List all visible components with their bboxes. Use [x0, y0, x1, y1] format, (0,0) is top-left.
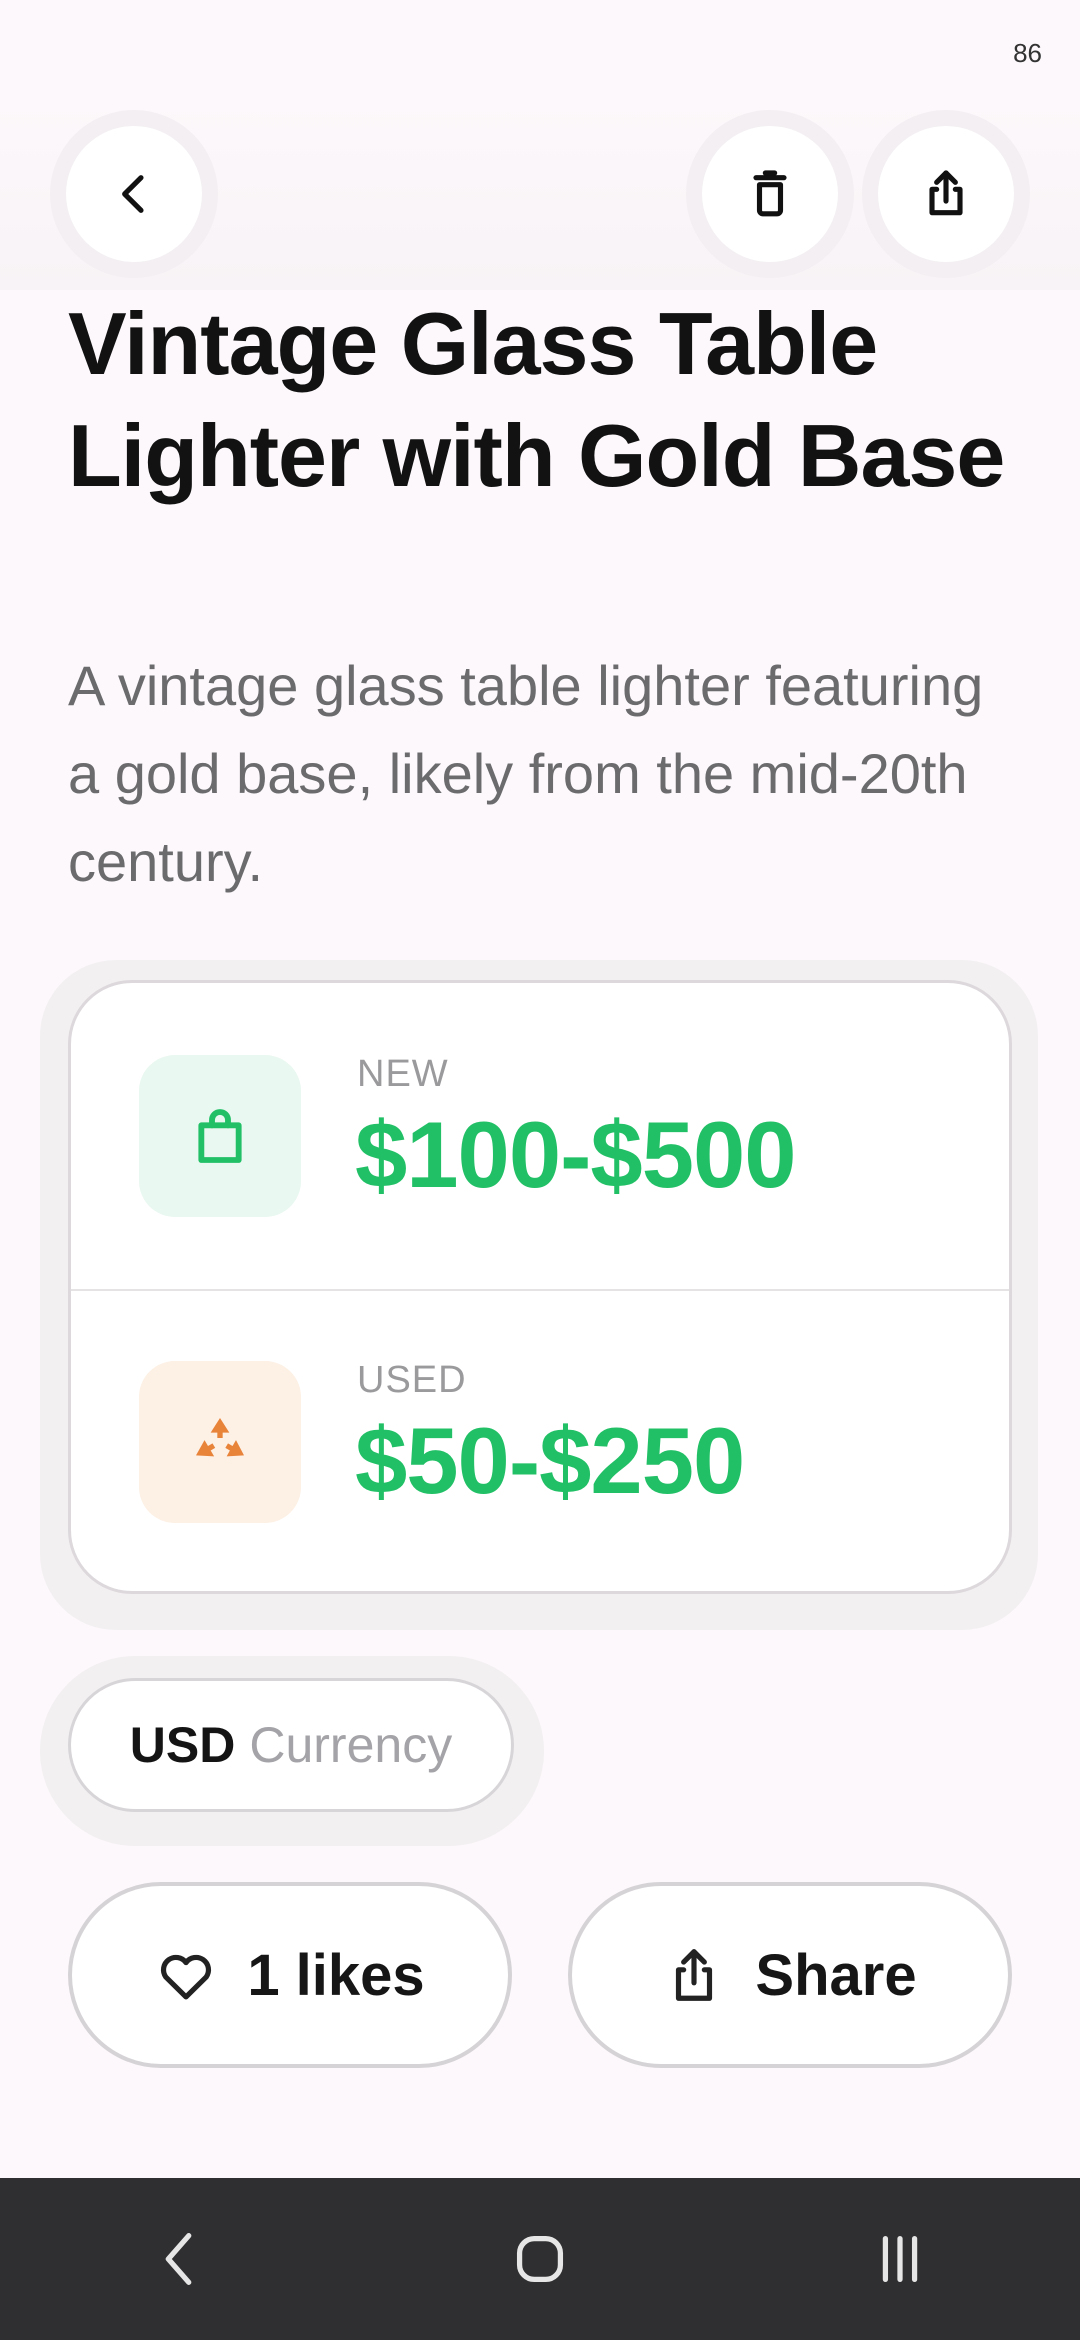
battery-level: 86 — [1013, 38, 1042, 68]
share-icon — [676, 1949, 713, 2001]
nav-home-icon — [516, 2235, 564, 2283]
nav-recents-button[interactable] — [800, 2199, 1000, 2319]
heart-icon — [161, 1954, 212, 2000]
used-icon-box — [139, 1361, 301, 1523]
back-button[interactable] — [66, 126, 202, 262]
trash-icon — [753, 170, 787, 217]
price-label-new: NEW — [357, 1053, 449, 1095]
price-row-used: USED $50-$250 — [71, 1291, 1009, 1591]
likes-button[interactable]: 1 likes — [68, 1882, 512, 2068]
currency-selector[interactable]: USD Currency — [68, 1678, 514, 1812]
shopping-bag-icon — [198, 1109, 242, 1163]
system-nav-bar — [0, 2178, 1080, 2340]
likes-label: 1 likes — [247, 1942, 425, 2008]
item-description: A vintage glass table lighter featuring … — [68, 654, 984, 893]
price-card: NEW $100-$500 USED $50-$250 — [68, 980, 1012, 1594]
share-icon — [929, 170, 963, 216]
delete-button[interactable] — [702, 126, 838, 262]
share-button[interactable]: Share — [568, 1882, 1012, 2068]
currency-code: USD — [129, 1717, 236, 1773]
price-value-used: $50-$250 — [355, 1408, 745, 1513]
chevron-left-icon — [122, 175, 144, 213]
item-title: Vintage Glass Table Lighter with Gold Ba… — [68, 294, 1005, 505]
nav-back-button[interactable] — [80, 2199, 280, 2319]
nav-back-icon — [165, 2233, 192, 2285]
price-value-new: $100-$500 — [355, 1102, 797, 1207]
nav-home-button[interactable] — [440, 2199, 640, 2319]
price-label-used: USED — [357, 1359, 467, 1401]
currency-label: Currency — [249, 1717, 453, 1773]
nav-recents-icon — [882, 2235, 918, 2283]
share-top-button[interactable] — [878, 126, 1014, 262]
recycle-icon — [196, 1418, 244, 1457]
status-bar: 86 — [0, 0, 1080, 100]
price-row-new: NEW $100-$500 — [71, 983, 1009, 1291]
new-icon-box — [139, 1055, 301, 1217]
share-label: Share — [755, 1942, 917, 2008]
